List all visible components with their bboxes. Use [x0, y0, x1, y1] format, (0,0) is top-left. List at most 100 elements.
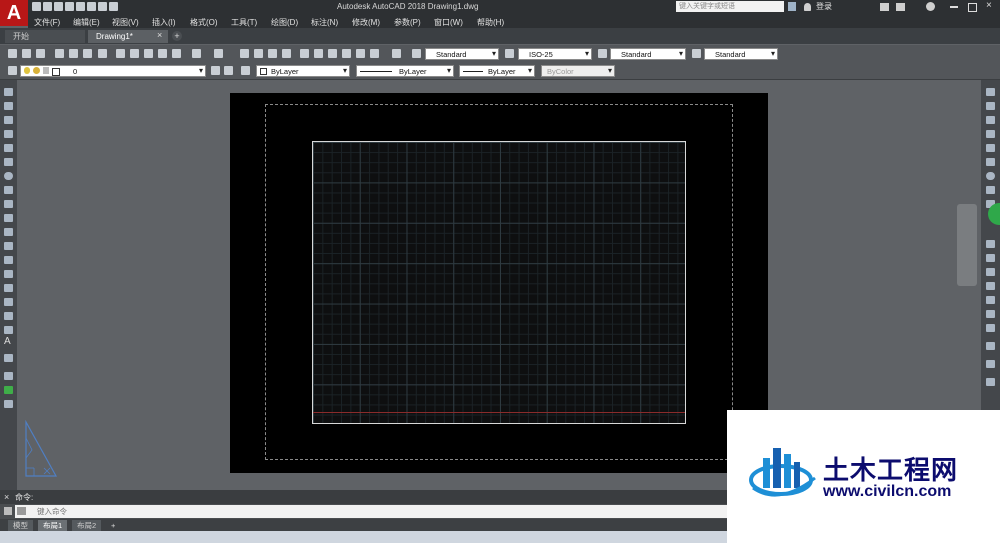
- insert-block-icon[interactable]: [4, 242, 13, 250]
- cut-icon[interactable]: [116, 49, 125, 58]
- trim-icon[interactable]: [986, 240, 995, 248]
- open-file-icon[interactable]: [43, 2, 52, 11]
- menu-dimension[interactable]: 标注(N): [311, 17, 338, 28]
- menu-format[interactable]: 格式(O): [190, 17, 218, 28]
- properties-icon[interactable]: [300, 49, 309, 58]
- command-customize-icon[interactable]: [4, 507, 12, 515]
- recent-commands-icon[interactable]: [17, 507, 26, 515]
- add-selected-icon[interactable]: [4, 354, 13, 362]
- publish-icon[interactable]: [83, 49, 92, 58]
- layer-state-icon[interactable]: [241, 66, 250, 75]
- zoom-window-icon[interactable]: [268, 49, 277, 58]
- revision-cloud-icon[interactable]: [4, 186, 13, 194]
- command-input[interactable]: 键入命令: [15, 505, 730, 518]
- tool-extra-icon[interactable]: [4, 372, 13, 380]
- menu-tools[interactable]: 工具(T): [231, 17, 257, 28]
- command-close-icon[interactable]: ×: [4, 492, 9, 502]
- menu-window[interactable]: 窗口(W): [434, 17, 463, 28]
- extend-icon[interactable]: [986, 254, 995, 262]
- point-icon[interactable]: [4, 270, 13, 278]
- save-icon[interactable]: [54, 2, 63, 11]
- zoom-realtime-icon[interactable]: [254, 49, 263, 58]
- undo-icon[interactable]: [87, 2, 96, 11]
- block-editor-icon[interactable]: [172, 49, 181, 58]
- menu-help[interactable]: 帮助(H): [477, 17, 504, 28]
- save-icon[interactable]: [36, 49, 45, 58]
- text-style-dropdown[interactable]: Standard: [425, 48, 499, 60]
- pan-icon[interactable]: [240, 49, 249, 58]
- dim-style-icon[interactable]: [505, 49, 514, 58]
- make-block-icon[interactable]: [4, 256, 13, 264]
- rectangle-icon[interactable]: [4, 144, 13, 152]
- tab-close-icon[interactable]: ×: [157, 30, 162, 40]
- hatch-icon[interactable]: [4, 284, 13, 292]
- spline-icon[interactable]: [4, 200, 13, 208]
- dim-style-dropdown[interactable]: ISO-25: [518, 48, 592, 60]
- redo-icon[interactable]: [214, 49, 223, 58]
- paste-icon[interactable]: [144, 49, 153, 58]
- redo-icon[interactable]: [98, 2, 107, 11]
- erase-icon[interactable]: [986, 88, 995, 96]
- table-style-icon[interactable]: [598, 49, 607, 58]
- plot-icon[interactable]: [55, 49, 64, 58]
- help-icon[interactable]: [392, 49, 401, 58]
- ellipse-icon[interactable]: [4, 214, 13, 222]
- arc-icon[interactable]: [4, 158, 13, 166]
- move-icon[interactable]: [986, 158, 995, 166]
- mirror-icon[interactable]: [986, 116, 995, 124]
- layer-thaw-sun-icon[interactable]: [33, 67, 40, 74]
- tool-extra-2-icon[interactable]: [4, 400, 13, 408]
- mleader-style-dropdown[interactable]: Standard: [704, 48, 778, 60]
- gradient-icon[interactable]: [4, 298, 13, 306]
- edit-polyline-icon[interactable]: [986, 378, 995, 386]
- region-icon[interactable]: [4, 312, 13, 320]
- explode-icon[interactable]: [986, 360, 995, 368]
- layer-previous-icon[interactable]: [224, 66, 233, 75]
- open-icon[interactable]: [22, 49, 31, 58]
- break-at-point-icon[interactable]: [986, 268, 995, 276]
- fillet-icon[interactable]: [986, 324, 995, 332]
- zoom-previous-icon[interactable]: [282, 49, 291, 58]
- table-style-dropdown[interactable]: Standard: [610, 48, 686, 60]
- chamfer-icon[interactable]: [986, 310, 995, 318]
- undo-icon[interactable]: [192, 49, 201, 58]
- copy-icon[interactable]: [130, 49, 139, 58]
- menu-modify[interactable]: 修改(M): [352, 17, 380, 28]
- quickcalc-icon[interactable]: [370, 49, 379, 58]
- markup-icon[interactable]: [356, 49, 365, 58]
- line-icon[interactable]: [4, 88, 13, 96]
- construction-line-icon[interactable]: [4, 102, 13, 110]
- offset-icon[interactable]: [986, 130, 995, 138]
- navigation-bar-icon[interactable]: [957, 204, 977, 286]
- autocad-logo-icon[interactable]: A: [0, 0, 28, 26]
- layer-properties-icon[interactable]: [8, 66, 17, 75]
- join-icon[interactable]: [986, 296, 995, 304]
- layout-viewport[interactable]: [312, 141, 686, 424]
- multiline-text-icon[interactable]: A: [4, 336, 11, 347]
- design-center-icon[interactable]: [314, 49, 323, 58]
- layer-on-bulb-icon[interactable]: [24, 67, 30, 74]
- menu-insert[interactable]: 插入(I): [152, 17, 176, 28]
- polyline-icon[interactable]: [4, 116, 13, 124]
- new-file-icon[interactable]: [32, 2, 41, 11]
- menu-view[interactable]: 视图(V): [112, 17, 139, 28]
- save-as-icon[interactable]: [65, 2, 74, 11]
- preview-icon[interactable]: [69, 49, 78, 58]
- menu-file[interactable]: 文件(F): [34, 17, 60, 28]
- mleader-style-icon[interactable]: [692, 49, 701, 58]
- blend-icon[interactable]: [986, 342, 995, 350]
- minimize-icon[interactable]: [950, 6, 958, 8]
- rotate-icon[interactable]: [986, 172, 995, 180]
- check-icon[interactable]: [4, 386, 13, 394]
- close-icon[interactable]: ×: [986, 0, 992, 11]
- copy-object-icon[interactable]: [986, 102, 995, 110]
- search-icon[interactable]: [788, 2, 796, 11]
- qnew-icon[interactable]: [8, 49, 17, 58]
- circle-icon[interactable]: [4, 172, 13, 180]
- sheet-set-icon[interactable]: [342, 49, 351, 58]
- help-icon[interactable]: [926, 2, 935, 11]
- tab-drawing1[interactable]: Drawing1*: [88, 30, 168, 43]
- autodesk-a360-icon[interactable]: [896, 3, 905, 11]
- tab-layout1[interactable]: 布局1: [38, 520, 68, 531]
- make-current-layer-icon[interactable]: [211, 66, 220, 75]
